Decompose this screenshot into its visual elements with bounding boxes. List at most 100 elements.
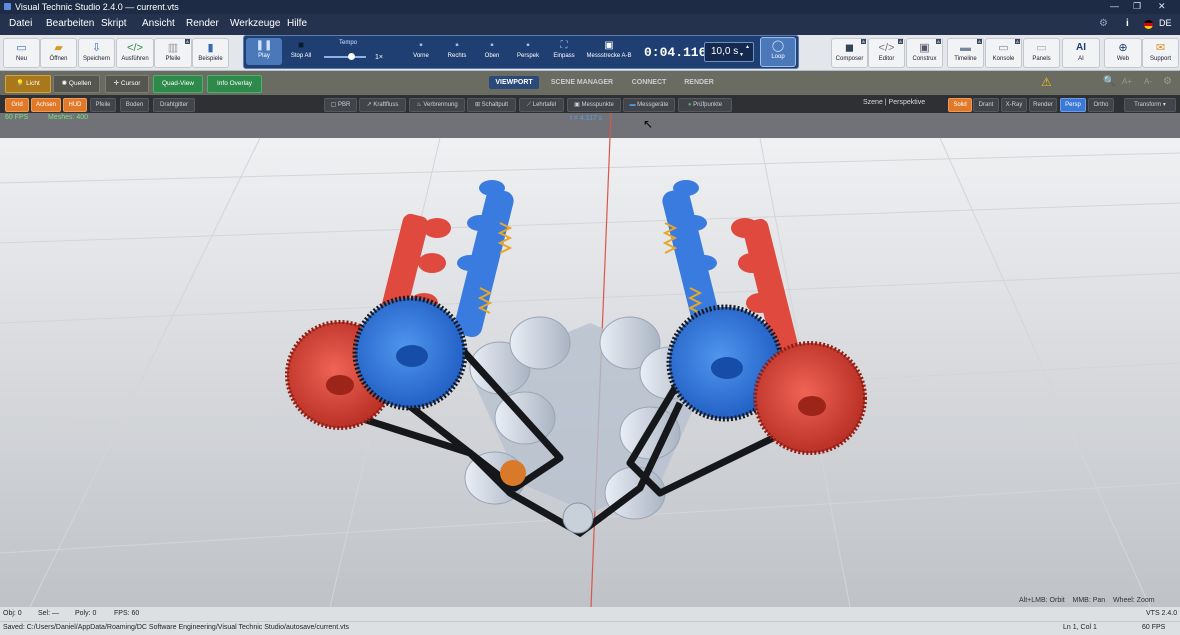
scene-canvas[interactable] (0, 113, 1180, 607)
menu-skript[interactable]: Skript (101, 18, 127, 29)
composer-button[interactable]: A ◼ Composer (831, 38, 868, 68)
settings-gear-icon[interactable]: ⚙ (1099, 18, 1108, 29)
examples-button[interactable]: ▮ Beispiele (192, 38, 229, 68)
monitor-icon: ▬ (629, 102, 636, 108)
mode-render[interactable]: Render (1029, 98, 1057, 112)
arrows-button[interactable]: A ▥ Pfeile (154, 38, 192, 68)
transport-panel: ❚❚ Play ■ Stop All Tempo 1× ▪ Vorne ▪ Rechts… (243, 35, 799, 69)
toggle-floor[interactable]: Boden (120, 98, 149, 112)
cube-right-icon: ▪ (455, 40, 459, 51)
status-bar: Obj: 0 Sel: — Poly: 0 FPS: 60 VTS 2.4.0 (0, 607, 1180, 621)
menu-hilfe[interactable]: Hilfe (287, 18, 307, 29)
viewport-3d[interactable]: 60 FPS Meshes: 400 t = 4.117 s ↖ Alt+LMB… (0, 113, 1180, 607)
open-button[interactable]: ▰ Öffnen (40, 38, 77, 68)
transform-dropdown[interactable]: Transform ▾ (1124, 98, 1176, 112)
tempo-slider[interactable] (324, 56, 366, 58)
force-flow-button[interactable]: ↗ Kraftfluss (359, 98, 406, 112)
pause-icon: ❚❚ (255, 40, 273, 51)
flag-de-icon[interactable] (1144, 20, 1153, 29)
proj-persp[interactable]: Persp (1060, 98, 1086, 112)
proj-ortho[interactable]: Ortho (1088, 98, 1114, 112)
maximize-icon[interactable]: ❐ (1133, 1, 1141, 12)
ai-button[interactable]: AI AI (1062, 38, 1100, 68)
view-right-button[interactable]: ▪ Rechts (440, 38, 474, 65)
menu-render[interactable]: Render (186, 18, 219, 29)
tab-scene-manager[interactable]: SCENE MANAGER (548, 76, 616, 89)
tab-connect[interactable]: CONNECT (627, 76, 671, 89)
construx-button[interactable]: A ▣ Construx (906, 38, 943, 68)
cube-front-icon: ▪ (419, 40, 423, 51)
font-increase-icon[interactable]: A+ (1122, 77, 1132, 86)
teaching-board-button[interactable]: ⟋ Lehrtafel (519, 98, 564, 112)
mode-xray[interactable]: X-Ray (1001, 98, 1027, 112)
search-icon[interactable]: 🔍 (1103, 76, 1115, 87)
quad-view-button[interactable]: Quad-View (153, 75, 203, 93)
play-button[interactable]: ❚❚ Play (246, 38, 282, 65)
run-button[interactable]: </> Ausführen (116, 38, 154, 68)
sources-button[interactable]: ✺ Quellen (53, 75, 100, 93)
console-button[interactable]: A ▭ Konsole (985, 38, 1022, 68)
panels-button[interactable]: ▭ Panels (1023, 38, 1060, 68)
tempo-slider-thumb[interactable] (348, 53, 355, 60)
test-points-button[interactable]: ● Prüfpunkte (678, 98, 732, 112)
light-button[interactable]: 💡 Licht (5, 75, 51, 93)
editor-button[interactable]: A </> Editor (868, 38, 905, 68)
measure-ab-button[interactable]: ▣ Messstrecke A-B (584, 38, 634, 65)
view-top-button[interactable]: ▪ Oben (475, 38, 509, 65)
menu-werkzeuge[interactable]: Werkzeuge (230, 18, 280, 29)
warning-icon[interactable]: ⚠ (1041, 75, 1052, 89)
cube-top-icon: ▪ (490, 40, 494, 51)
info-icon[interactable]: i (1126, 18, 1129, 29)
status-fps: FPS: 60 (114, 610, 140, 617)
tab-viewport[interactable]: VIEWPORT (489, 76, 539, 89)
instruments-button[interactable]: ▬ Messgeräte (623, 98, 675, 112)
mode-drant[interactable]: Drant (973, 98, 999, 112)
new-button[interactable]: ▭ Neu (3, 38, 40, 68)
loop-icon: ◯ (771, 40, 785, 52)
menu-datei[interactable]: Datei (9, 18, 32, 29)
save-button[interactable]: ⇩ Speichern (78, 38, 115, 68)
fit-icon: ⛶ (560, 40, 568, 51)
spin-icon[interactable]: ▲ ▼ (739, 43, 750, 59)
app-icon (4, 3, 11, 10)
toggle-wireframe[interactable]: Drahtgitter (153, 98, 195, 112)
font-decrease-icon[interactable]: A- (1144, 77, 1152, 86)
combustion-button[interactable]: ♨ Verbrennung (409, 98, 465, 112)
panels-icon: ▭ (1036, 42, 1047, 54)
close-icon[interactable]: ✕ (1158, 1, 1166, 12)
toggle-arrows[interactable]: Pfeile (90, 98, 116, 112)
language-label[interactable]: DE (1159, 18, 1172, 28)
fit-view-button[interactable]: ⛶ Einpass (547, 38, 581, 65)
timeline-button[interactable]: A ▬ Timeline (947, 38, 984, 68)
sun-icon: ✺ (61, 80, 68, 87)
mode-solid[interactable]: Solid (948, 98, 972, 112)
status-version: VTS 2.4.0 (1146, 610, 1178, 617)
control-panel-button[interactable]: ⊞ Schaltpult (467, 98, 516, 112)
flame-icon: ♨ (416, 102, 422, 108)
duration-input[interactable]: 10,0 s ▲ ▼ (704, 42, 754, 62)
time-display: 0:04.116 (644, 45, 707, 60)
view-front-button[interactable]: ▪ Vorne (404, 38, 438, 65)
toggle-grid[interactable]: Grid (5, 98, 29, 112)
minimize-icon[interactable]: — (1110, 1, 1119, 11)
hud-fps: 60 FPS (5, 114, 29, 121)
info-overlay-button[interactable]: Info Overlay (207, 75, 262, 93)
settings-icon[interactable]: ⚙ (1163, 76, 1172, 87)
folder-icon: ▰ (54, 42, 63, 54)
loop-button[interactable]: ◯ Loop (760, 37, 796, 67)
support-button[interactable]: ✉ Support (1142, 38, 1179, 68)
pbr-button[interactable]: ▢ PBR (324, 98, 357, 112)
time-marker-label: t = 4.117 s (570, 115, 603, 122)
view-perspective-button[interactable]: ▪ Perspek (511, 38, 545, 65)
web-button[interactable]: ⊕ Web (1104, 38, 1142, 68)
testpoint-icon: ● (687, 102, 692, 108)
menu-bearbeiten[interactable]: Bearbeiten (46, 18, 94, 29)
cursor-button[interactable]: ✛ Cursor (105, 75, 149, 93)
menu-ansicht[interactable]: Ansicht (142, 18, 175, 29)
stop-all-button[interactable]: ■ Stop All (284, 38, 318, 65)
measure-points-button[interactable]: ▣ Messpunkte (567, 98, 621, 112)
tab-render[interactable]: RENDER (680, 76, 718, 89)
toggle-axes[interactable]: Achsen (31, 98, 61, 112)
pbr-icon: ▢ (330, 102, 337, 108)
toggle-hud[interactable]: HUD (63, 98, 87, 112)
